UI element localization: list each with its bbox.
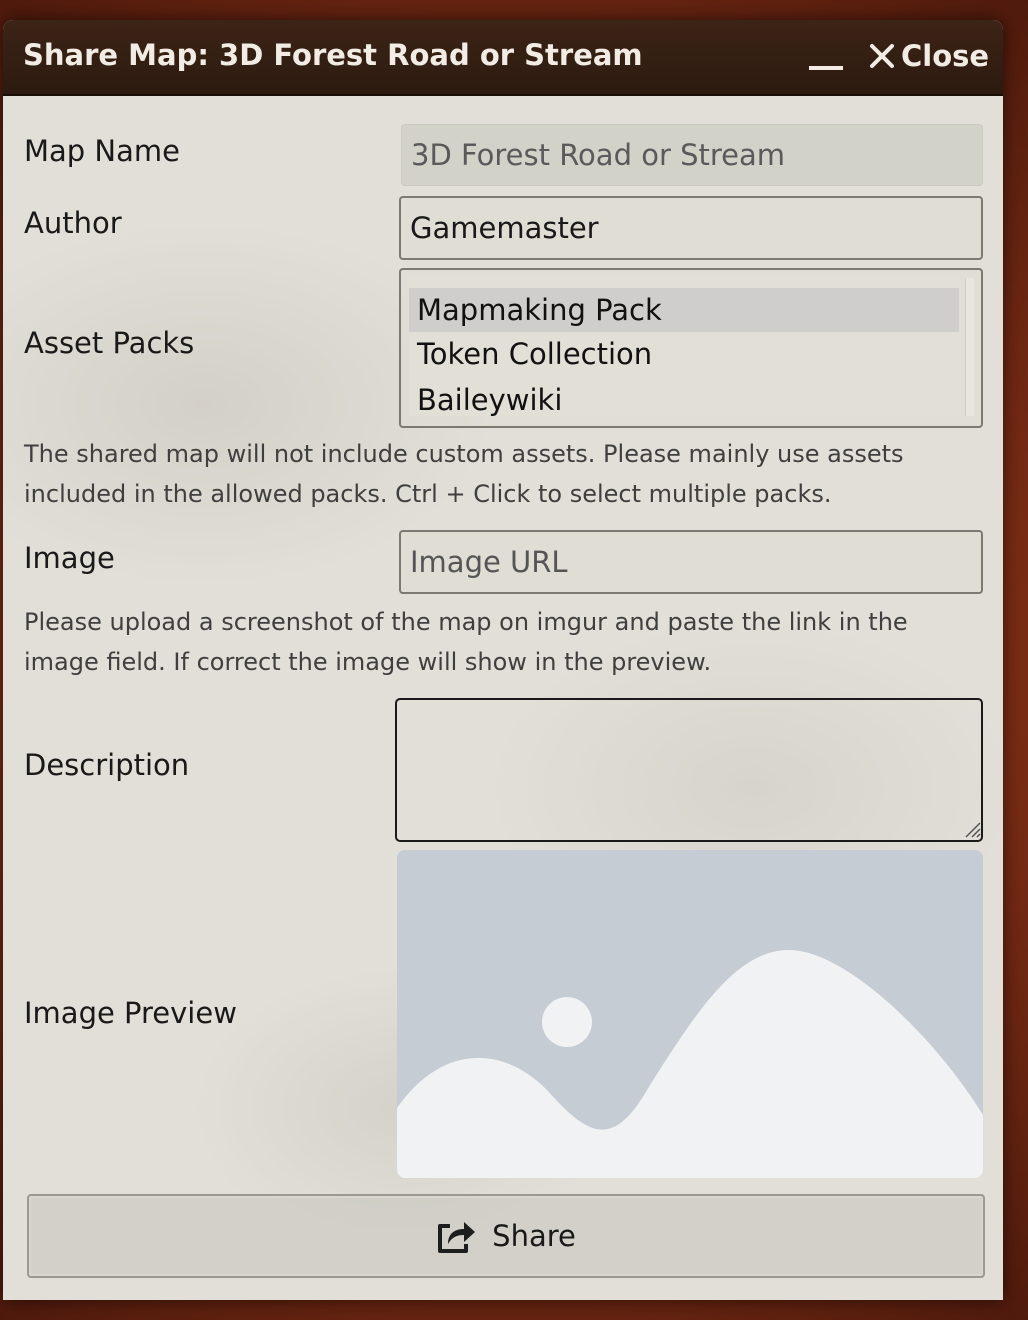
map-name-field: 3D Forest Road or Stream <box>401 124 983 186</box>
image-help-text: Please upload a screenshot of the map on… <box>24 608 908 676</box>
author-label: Author <box>24 206 122 240</box>
description-label: Description <box>24 748 190 782</box>
asset-packs-label: Asset Packs <box>24 326 195 360</box>
close-label: Close <box>901 39 990 73</box>
asset-packs-listbox[interactable]: Mapmaking Pack Token Collection Baileywi… <box>399 268 983 428</box>
close-button[interactable]: Close <box>869 38 989 74</box>
share-label: Share <box>492 1219 576 1253</box>
image-preview <box>397 850 983 1178</box>
author-input[interactable] <box>399 196 983 260</box>
image-url-input[interactable] <box>399 530 983 594</box>
image-preview-label: Image Preview <box>24 996 237 1030</box>
asset-pack-option-mapmaking-pack[interactable]: Mapmaking Pack <box>409 288 959 332</box>
asset-pack-option-baileywiki[interactable]: Baileywiki <box>409 378 959 422</box>
image-label: Image <box>24 541 115 575</box>
share-icon <box>438 1222 476 1253</box>
asset-pack-option-token-collection[interactable]: Token Collection <box>409 332 959 376</box>
dialog-title: Share Map: 3D Forest Road or Stream <box>23 38 643 72</box>
share-map-dialog: Share Map: 3D Forest Road or Stream Clos… <box>3 20 1003 1300</box>
asset-packs-help-text: The shared map will not include custom a… <box>24 440 904 508</box>
share-button[interactable]: Share <box>27 1194 985 1278</box>
dialog-header[interactable]: Share Map: 3D Forest Road or Stream Clos… <box>3 20 1003 96</box>
map-name-label: Map Name <box>24 134 180 168</box>
listbox-scrollbar[interactable] <box>965 278 974 416</box>
asset-packs-list: Mapmaking Pack Token Collection Baileywi… <box>409 278 959 417</box>
minimize-icon[interactable] <box>809 66 843 70</box>
image-placeholder-icon <box>397 850 983 1178</box>
close-icon <box>870 44 894 68</box>
description-textarea[interactable] <box>395 698 983 842</box>
